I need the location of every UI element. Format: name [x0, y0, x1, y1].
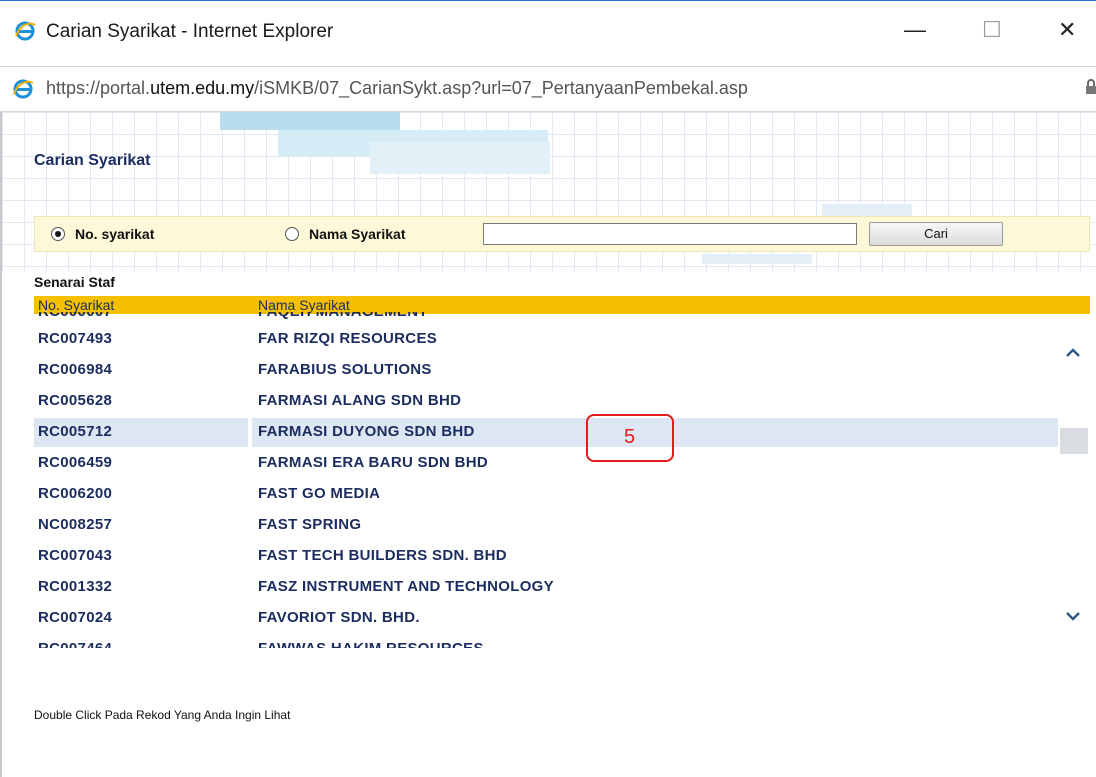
- cell-company-name: FARABIUS SOLUTIONS: [258, 361, 432, 378]
- cell-company-id: RC006200: [38, 485, 113, 502]
- decor-block: [370, 142, 550, 174]
- cell-company-id: RC007043: [38, 547, 113, 564]
- footer-instruction: Double Click Pada Rekod Yang Anda Ingin …: [34, 708, 291, 722]
- cell-company-id: RC006459: [38, 454, 113, 471]
- table-row[interactable]: NC008257 FAST SPRING: [34, 509, 1060, 540]
- decor-block: [702, 254, 812, 264]
- chevron-down-icon: [1066, 612, 1080, 621]
- scroll-down-button[interactable]: [1062, 606, 1084, 628]
- cell-company-name: FAST GO MEDIA: [258, 485, 381, 502]
- table-row[interactable]: RC006459 FARMASI ERA BARU SDN BHD: [34, 447, 1060, 478]
- scroll-up-button[interactable]: [1062, 342, 1084, 364]
- annotation-number: 5: [624, 426, 636, 448]
- url-domain: utem.edu.my: [150, 78, 255, 98]
- cell-company-name: FAR RIZQI RESOURCES: [258, 330, 438, 347]
- cell-company-id: NC008257: [38, 516, 113, 533]
- table-row[interactable]: RC006200 FAST GO MEDIA: [34, 478, 1060, 509]
- chevron-up-icon: [1066, 348, 1080, 357]
- cell-company-id: RC001332: [38, 578, 113, 595]
- list-title: Senarai Staf: [34, 274, 115, 290]
- close-button[interactable]: ✕: [1058, 19, 1076, 41]
- address-bar[interactable]: https://portal.utem.edu.my/iSMKB/07_Cari…: [0, 66, 1096, 112]
- page-content: Carian Syarikat No. syarikat Nama Syarik…: [0, 112, 1096, 777]
- ie-logo-icon: [14, 20, 36, 42]
- cell-company-id: RC005628: [38, 392, 113, 409]
- table-row[interactable]: RC001332 FASZ INSTRUMENT AND TECHNOLOGY: [34, 571, 1060, 602]
- url-path: /iSMKB/07_CarianSykt.asp?url=07_Pertanya…: [254, 78, 748, 98]
- cell-company-id: RC006984: [38, 361, 113, 378]
- window-titlebar: Carian Syarikat - Internet Explorer — ☐ …: [0, 0, 1096, 67]
- url-text[interactable]: https://portal.utem.edu.my/iSMKB/07_Cari…: [46, 78, 748, 99]
- table-row[interactable]: RC000007 FAQEH MANAGEMENT: [34, 312, 1060, 323]
- radio-no-syarikat-label[interactable]: No. syarikat: [75, 226, 154, 242]
- radio-nama-syarikat[interactable]: [285, 227, 299, 241]
- table-row[interactable]: RC005628 FARMASI ALANG SDN BHD: [34, 385, 1060, 416]
- cell-company-name: FAST TECH BUILDERS SDN. BHD: [258, 547, 507, 564]
- radio-nama-syarikat-label[interactable]: Nama Syarikat: [309, 226, 406, 242]
- cell-company-name: FARMASI ERA BARU SDN BHD: [258, 454, 488, 471]
- company-list[interactable]: RC000007 FAQEH MANAGEMENT RC007493 FAR R…: [34, 312, 1060, 648]
- search-input[interactable]: [483, 223, 857, 245]
- table-row[interactable]: RC007043 FAST TECH BUILDERS SDN. BHD: [34, 540, 1060, 571]
- column-header-id[interactable]: No. Syarikat: [38, 297, 114, 313]
- cell-company-name: FAST SPRING: [258, 516, 362, 533]
- table-row[interactable]: RC007493 FAR RIZQI RESOURCES: [34, 323, 1060, 354]
- cell-company-id: RC000007: [38, 312, 112, 320]
- window-title: Carian Syarikat - Internet Explorer: [46, 21, 334, 42]
- maximize-button[interactable]: ☐: [982, 19, 1002, 41]
- search-button[interactable]: Cari: [869, 222, 1003, 246]
- cell-company-name: FAWWAS HAKIM RESOURCES: [258, 640, 484, 648]
- cell-company-id: RC005712: [38, 423, 113, 440]
- minimize-button[interactable]: —: [904, 19, 926, 41]
- table-row[interactable]: RC007024 FAVORIOT SDN. BHD.: [34, 602, 1060, 633]
- table-row-selected[interactable]: RC005712 FARMASI DUYONG SDN BHD: [34, 416, 1060, 447]
- column-header-name[interactable]: Nama Syarikat: [258, 297, 350, 313]
- cell-company-id: RC007464: [38, 640, 112, 648]
- cell-company-id: RC007493: [38, 330, 113, 347]
- url-prefix: https://portal.: [46, 78, 151, 98]
- cell-company-id: RC007024: [38, 609, 113, 626]
- cell-company-name: FAVORIOT SDN. BHD.: [258, 609, 420, 626]
- lock-icon: [1086, 79, 1096, 95]
- page-title: Carian Syarikat: [34, 152, 151, 169]
- table-row[interactable]: RC006984 FARABIUS SOLUTIONS: [34, 354, 1060, 385]
- table-row[interactable]: RC007464 FAWWAS HAKIM RESOURCES: [34, 633, 1060, 648]
- search-bar: No. syarikat Nama Syarikat Cari: [34, 216, 1090, 252]
- radio-no-syarikat[interactable]: [51, 227, 65, 241]
- scrollbar-thumb[interactable]: [1060, 428, 1088, 454]
- ie-logo-icon: [12, 78, 34, 100]
- annotation-callout: 5: [586, 414, 674, 462]
- cell-company-name: FASZ INSTRUMENT AND TECHNOLOGY: [258, 578, 554, 595]
- cell-company-name: FARMASI DUYONG SDN BHD: [258, 423, 475, 440]
- cell-company-name: FARMASI ALANG SDN BHD: [258, 392, 462, 409]
- cell-company-name: FAQEH MANAGEMENT: [258, 312, 428, 320]
- decor-block: [220, 112, 400, 130]
